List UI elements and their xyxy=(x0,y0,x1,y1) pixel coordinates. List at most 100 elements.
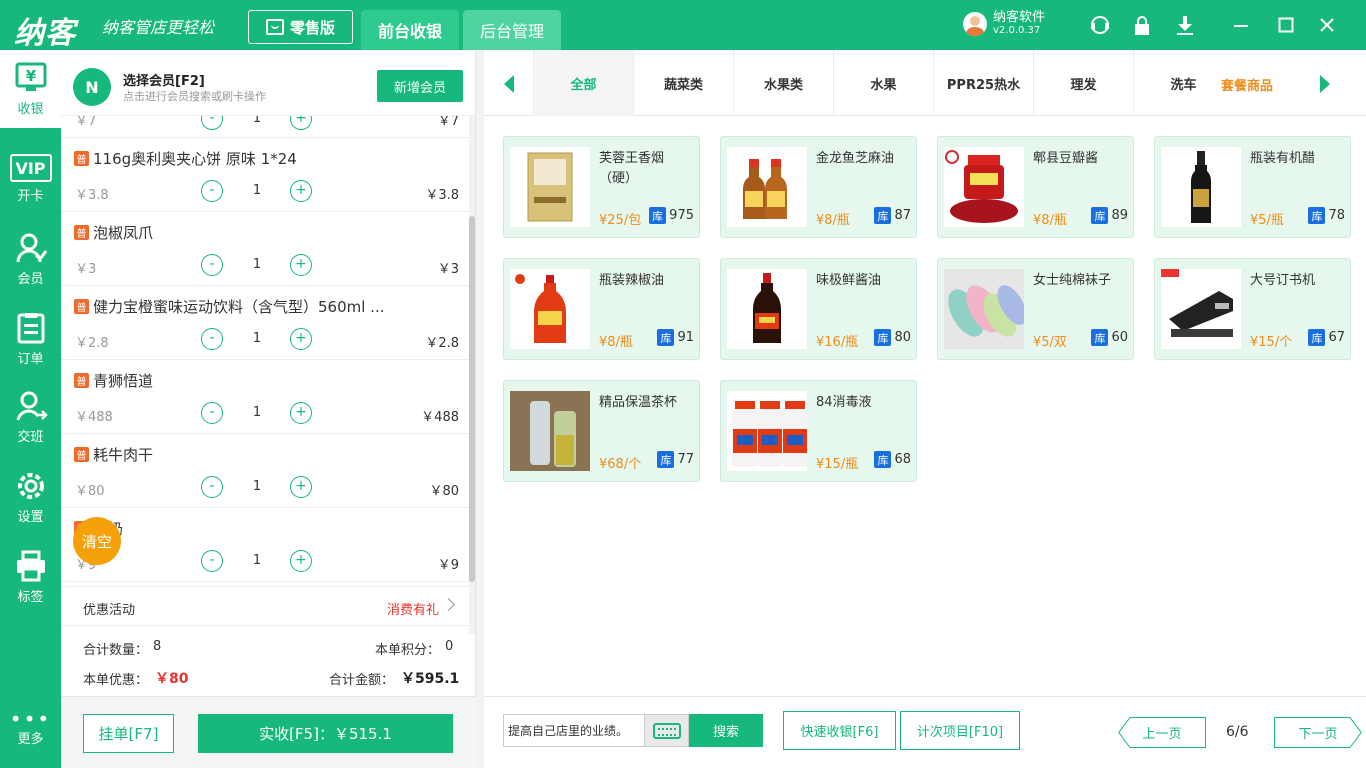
item-name: 青狮悟道 xyxy=(93,372,154,390)
qty-minus-button[interactable]: - xyxy=(201,550,223,572)
sidebar-item-open-card[interactable]: VIP 开卡 xyxy=(0,140,61,218)
stock-badge: 库 xyxy=(874,451,892,468)
category-prev-icon[interactable] xyxy=(504,75,514,93)
qty-value: 1 xyxy=(252,331,262,346)
product-name: 味极鲜酱油 xyxy=(816,273,882,288)
product-card[interactable]: 金龙鱼芝麻油 ¥8/瓶 库 87 xyxy=(720,136,917,238)
category-tab[interactable]: 水果 xyxy=(833,50,933,116)
user-info[interactable]: 纳客软件 v2.0.0.37 xyxy=(963,10,1045,37)
product-search-input[interactable] xyxy=(503,714,645,747)
qty-minus-button[interactable]: - xyxy=(201,116,223,130)
product-card[interactable]: 女士纯棉袜子 ¥5/双 库 60 xyxy=(937,258,1134,360)
edition-button[interactable]: 零售版 xyxy=(248,10,353,44)
download-icon[interactable] xyxy=(1174,14,1196,36)
sidebar-item-settings[interactable]: 设置 xyxy=(0,458,61,536)
line-total: ￥9 xyxy=(437,558,459,573)
cart-row[interactable]: 普 116g奥利奥夹心饼 原味 1*24 ￥3.8 - 1 + ￥3.8 xyxy=(61,138,469,212)
category-tab[interactable]: 理发 xyxy=(1033,50,1133,116)
sidebar-item-cashier[interactable]: ¥ 收银 xyxy=(0,50,61,128)
svg-text:¥: ¥ xyxy=(25,67,36,85)
cart-row[interactable]: 普青狮悟道 ￥488 - 1 + ￥488 xyxy=(61,360,469,434)
qty-plus-button[interactable]: + xyxy=(290,402,312,424)
lock-icon[interactable] xyxy=(1131,14,1153,36)
qty-minus-button[interactable]: - xyxy=(201,328,223,350)
product-card[interactable]: 84消毒液 ¥15/瓶库 68 xyxy=(720,380,917,482)
qty-plus-button[interactable]: + xyxy=(290,328,312,350)
qty-minus-button[interactable]: - xyxy=(201,402,223,424)
product-image xyxy=(1161,147,1241,227)
new-member-button[interactable]: 新增会员 xyxy=(377,70,463,102)
qty-value: 1 xyxy=(252,257,262,272)
next-page-button[interactable]: 下一页 xyxy=(1274,717,1362,748)
tab-front-cashier[interactable]: 前台收银 xyxy=(361,10,459,50)
cart-scrollbar-thumb[interactable] xyxy=(469,216,475,582)
product-card[interactable]: 瓶装辣椒油 ¥8/瓶 库 91 xyxy=(503,258,700,360)
product-card[interactable]: 芙蓉王香烟（硬） ¥25/包库 975 xyxy=(503,136,700,238)
promotion-value[interactable]: 消费有礼 xyxy=(387,599,439,618)
member-select-bar[interactable]: N 选择会员[F2] 点击进行会员搜索或刷卡操作 新增会员 xyxy=(61,50,476,116)
chevron-right-icon xyxy=(442,598,455,611)
sidebar-item-shift[interactable]: 交班 xyxy=(0,378,61,456)
member-select-title[interactable]: 选择会员[F2] xyxy=(123,70,205,89)
qty-plus-button[interactable]: + xyxy=(290,254,312,276)
cart-row[interactable]: 普泡椒凤爪 ￥3 - 1 + ￥3 xyxy=(61,212,469,286)
qty-plus-button[interactable]: + xyxy=(290,180,312,202)
keyboard-button[interactable] xyxy=(645,714,689,747)
qty-plus-button[interactable]: + xyxy=(290,550,312,572)
quick-cashier-button[interactable]: 快速收银[F6] xyxy=(783,711,896,750)
qty-value: 1 xyxy=(252,553,262,568)
sidebar-item-label: 更多 xyxy=(17,732,44,747)
product-card[interactable]: 大号订书机 ¥15/个库 67 xyxy=(1154,258,1351,360)
minimize-icon[interactable] xyxy=(1230,14,1252,36)
clear-cart-button[interactable]: 清空 xyxy=(73,517,121,565)
normal-price-badge: 普 xyxy=(74,225,89,240)
hang-order-button[interactable]: 挂单[F7] xyxy=(83,714,174,753)
prev-page-button[interactable]: 上一页 xyxy=(1118,717,1206,748)
pay-button[interactable]: 实收[F5]：￥515.1 xyxy=(198,714,453,753)
category-tab[interactable]: 洗车 xyxy=(1133,50,1233,116)
stock-count: 87 xyxy=(894,208,911,223)
qty-minus-button[interactable]: - xyxy=(201,254,223,276)
unit-price: ￥3 xyxy=(75,262,97,277)
promotion-bar[interactable]: 优惠活动 消费有礼 xyxy=(61,586,469,626)
category-tab[interactable]: 全部 xyxy=(533,50,633,116)
product-card[interactable]: 味极鲜酱油 ¥16/瓶库 80 xyxy=(720,258,917,360)
unit-price: ￥3.8 xyxy=(75,188,109,203)
count-item-button[interactable]: 计次项目[F10] xyxy=(900,711,1020,750)
stock-count: 80 xyxy=(894,330,911,345)
category-tab[interactable]: 蔬菜类 xyxy=(633,50,733,116)
customer-service-icon[interactable] xyxy=(1089,14,1111,36)
qty-plus-button[interactable]: + xyxy=(290,476,312,498)
cart-row[interactable]: 普酸奶￥9-1+￥9 xyxy=(61,508,469,582)
tab-back-office[interactable]: 后台管理 xyxy=(463,10,561,50)
product-price: ¥8/瓶 xyxy=(1033,213,1067,228)
cart-row-partial: ￥7 - 1 + ￥7 xyxy=(61,116,469,138)
shopping-bag-icon xyxy=(265,19,284,35)
checkout-bar: 挂单[F7] 实收[F5]：￥515.1 xyxy=(61,696,476,768)
avatar xyxy=(963,11,987,36)
cart-row[interactable]: 普健力宝橙蜜味运动饮料（含气型）560ml ... ￥2.8 - 1 + ￥2.8 xyxy=(61,286,469,360)
product-card[interactable]: 瓶装有机醋 ¥5/瓶 库 78 xyxy=(1154,136,1351,238)
normal-price-badge: 普 xyxy=(74,373,89,388)
qty-minus-button[interactable]: - xyxy=(201,180,223,202)
product-name: 精品保温茶杯 xyxy=(599,395,678,410)
member-select-hint: 点击进行会员搜索或刷卡操作 xyxy=(123,90,266,103)
sidebar-item-orders[interactable]: 订单 xyxy=(0,300,61,378)
category-package-goods[interactable]: 套餐商品 xyxy=(1221,75,1273,94)
amount-value: ￥595.1 xyxy=(401,671,460,687)
category-tab[interactable]: PPR25热水 xyxy=(933,50,1033,116)
qty-plus-button[interactable]: + xyxy=(290,116,312,130)
cart-row[interactable]: 普耗牛肉干 ￥80 - 1 + ￥80 xyxy=(61,434,469,508)
sidebar-item-member[interactable]: 会员 xyxy=(0,220,61,298)
product-card[interactable]: 精品保温茶杯 ¥68/个库 77 xyxy=(503,380,700,482)
category-next-icon[interactable] xyxy=(1320,75,1330,93)
qty-minus-button[interactable]: - xyxy=(201,476,223,498)
search-button[interactable]: 搜索 xyxy=(689,714,763,747)
close-icon[interactable] xyxy=(1316,14,1338,36)
product-card[interactable]: 郫县豆瓣酱 ¥8/瓶 库 89 xyxy=(937,136,1134,238)
maximize-icon[interactable] xyxy=(1275,14,1297,36)
promotion-label: 优惠活动 xyxy=(83,603,136,618)
sidebar-item-more[interactable]: ••• 更多 xyxy=(0,700,61,760)
category-tab[interactable]: 水果类 xyxy=(733,50,833,116)
sidebar-item-labels[interactable]: 标签 xyxy=(0,538,61,616)
